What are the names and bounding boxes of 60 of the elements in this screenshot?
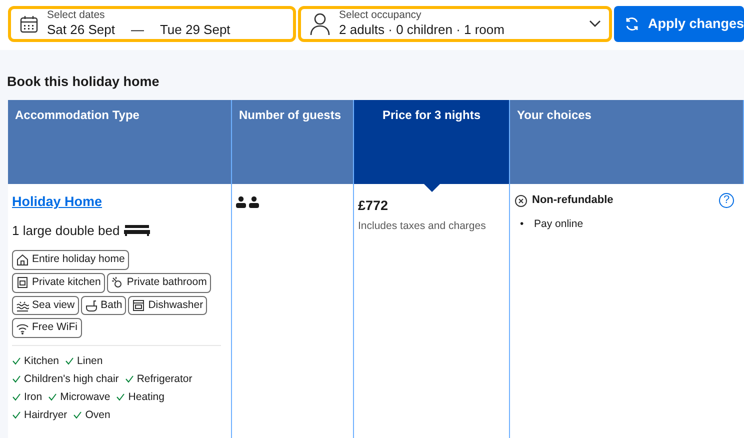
amenity-item: Refrigerator [124,370,192,388]
amenity-item: Linen [65,352,103,370]
column-header: Accommodation Type [8,100,232,184]
amenity-item: Kitchen [12,352,60,370]
amenity-item: Hairdryer [12,406,68,424]
occupancy-field[interactable]: Select occupancy 2 adults · 0 children · 1 room [298,6,612,42]
help-button[interactable]: ? [719,193,734,208]
check-icon [12,357,21,365]
selected-pointer [424,184,440,192]
dishwasher-icon [132,298,146,312]
facility-tag: Free WiFi [12,318,82,338]
bed-icon [124,224,150,236]
check-icon [12,375,21,383]
occupancy-value: 2 adults · 0 children · 1 room [339,22,506,38]
waves-icon [16,298,29,312]
price-note: Includes taxes and charges [358,218,487,234]
facility-tag: Entire holiday home [12,250,129,270]
room-name-link[interactable]: Holiday Home [12,194,102,210]
amenity-item: Iron [12,388,42,406]
amenity-item: Children's high chair [12,370,119,388]
bathtub-icon [84,298,98,312]
facility-tag: Bath [80,296,126,316]
bed-text: 1 large double bed [12,222,120,240]
facility-tag: Private kitchen [12,272,105,292]
facility-tag: Private bathroom [106,272,211,292]
facility-tag: Sea view [12,296,79,316]
choice-detail: Pay online [534,216,584,231]
amenity-item: Oven [73,406,110,424]
check-out-date: Tue 29 Sept [160,22,230,38]
house-icon [16,253,29,266]
amenity-item: Heating [116,388,164,406]
choice-title: Non-refundable [532,193,614,208]
facility-tag: Dishwasher [128,296,208,316]
column-header: Your choices [510,100,744,184]
field-label: Select dates [47,10,106,22]
price-amount: £772 [358,197,390,216]
date-picker-field[interactable]: Select dates Sat 26 Sept — Tue 29 Sept [8,6,296,42]
two-guests-icon [236,196,260,208]
check-icon [73,411,82,419]
column-header: Number of guests [232,100,354,184]
check-icon [65,357,74,365]
check-icon [116,393,126,401]
date-separator: — [130,22,144,38]
calendar-icon [19,14,39,34]
field-label: Select occupancy [339,10,422,22]
oven-icon [16,276,29,290]
check-icon [124,375,134,383]
section-title: Book this holiday home [6,73,160,91]
check-icon [48,393,58,401]
person-icon [309,12,331,36]
check-in-date: Sat 26 Sept [47,22,115,38]
check-icon [12,411,21,419]
cancel-circle-icon [514,194,528,208]
refresh-icon [624,16,640,32]
apply-changes-button[interactable]: Apply changes [614,6,744,42]
bullet-mark: • [520,216,525,231]
amenity-item: Microwave [48,388,110,406]
check-icon [12,393,21,401]
wifi-icon [16,322,29,335]
chevron-down-icon [589,20,601,28]
